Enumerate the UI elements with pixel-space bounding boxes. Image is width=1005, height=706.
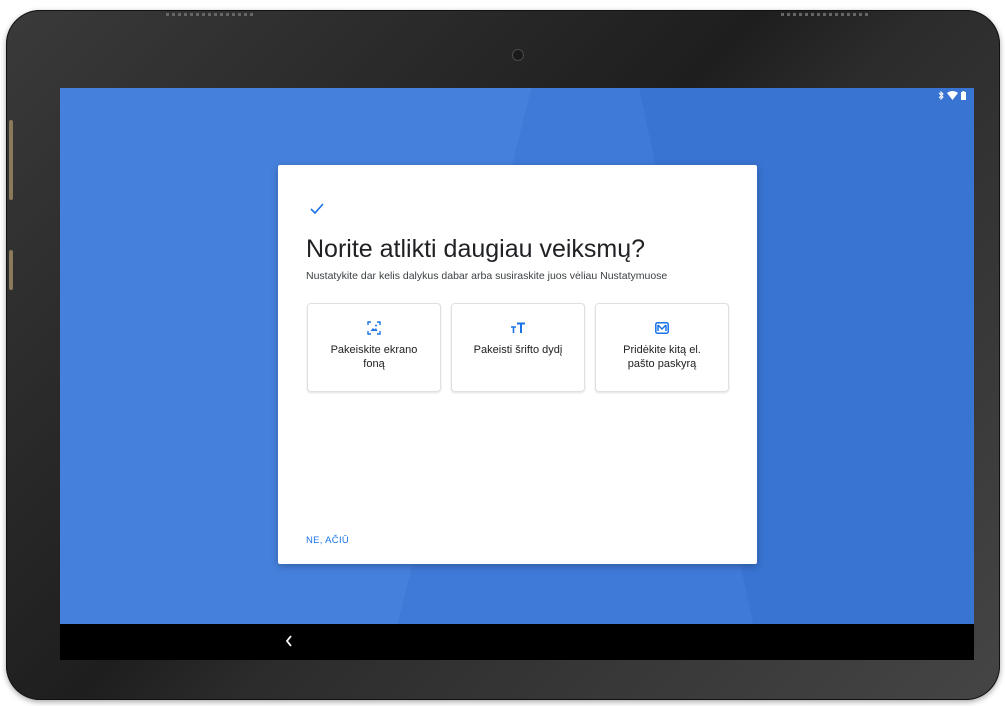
back-chevron-icon[interactable] <box>284 634 294 648</box>
add-email-account-option[interactable]: Pridėkite kitą el. pašto paskyrą <box>595 303 729 392</box>
battery-icon <box>961 90 966 100</box>
screen: Norite atlikti daugiau veiksmų? Nustatyk… <box>60 88 974 660</box>
dialog-title: Norite atlikti daugiau veiksmų? <box>306 235 646 263</box>
options-row: Pakeiskite ekrano foną Pakeisti šrifto d… <box>307 303 729 392</box>
status-bar <box>938 88 966 102</box>
option-label: Pakeiskite ekrano foną <box>330 344 418 370</box>
change-wallpaper-option[interactable]: Pakeiskite ekrano foną <box>307 303 441 392</box>
wallpaper-icon <box>367 320 381 336</box>
power-button <box>9 120 13 200</box>
setup-dialog: Norite atlikti daugiau veiksmų? Nustatyk… <box>278 165 757 564</box>
font-size-icon <box>510 320 526 336</box>
navigation-bar <box>60 624 974 660</box>
change-font-size-option[interactable]: Pakeisti šrifto dydį <box>451 303 585 392</box>
option-label: Pakeisti šrifto dydį <box>473 344 563 356</box>
email-icon <box>655 320 669 336</box>
tablet-frame: Norite atlikti daugiau veiksmų? Nustatyk… <box>6 10 1000 700</box>
dismiss-button[interactable]: NE, AČIŪ <box>306 535 349 546</box>
front-camera-icon <box>512 49 524 61</box>
speaker-grille-right <box>781 13 871 16</box>
bluetooth-icon <box>938 90 944 100</box>
dialog-subtitle: Nustatykite dar kelis dalykus dabar arba… <box>306 270 668 282</box>
wifi-icon <box>947 90 958 100</box>
volume-button <box>9 250 13 290</box>
speaker-grille-left <box>166 13 256 16</box>
check-icon <box>310 203 324 214</box>
option-label: Pridėkite kitą el. pašto paskyrą <box>623 344 701 370</box>
